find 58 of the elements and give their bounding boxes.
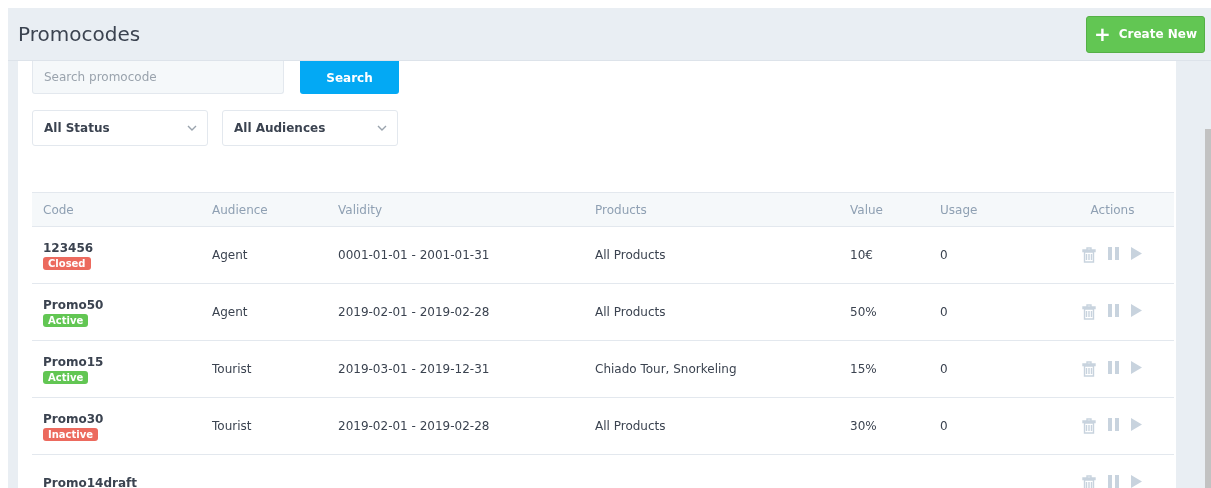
promo-code: Promo30 (43, 411, 104, 426)
table-cell-text: 2019-03-01 - 2019-12-31 (337, 362, 491, 376)
table-cell-text: 30% (849, 419, 878, 433)
promo-code: 123456 (43, 240, 94, 255)
table-cell-text: All Products (594, 248, 667, 262)
column-header: Audience (211, 202, 269, 217)
status-badge: Active (43, 313, 89, 327)
trash-icon[interactable] (1082, 247, 1096, 263)
play-icon[interactable] (1131, 304, 1142, 317)
column-header: Products (594, 202, 648, 217)
table-cell-text: 0 (939, 419, 949, 433)
pause-icon[interactable] (1108, 361, 1119, 374)
search-field[interactable]: Search promocode (32, 61, 284, 94)
column-header: Value (849, 202, 884, 217)
column-header: Actions (1089, 202, 1136, 217)
table-cell-text: 50% (849, 305, 878, 319)
table-cell-text: Tourist (211, 419, 253, 433)
table-cell-text: 0 (939, 305, 949, 319)
table-cell-text: Chiado Tour, Snorkeling (594, 362, 738, 376)
table-cell-text: All Products (594, 419, 667, 433)
chevron-down-icon (377, 125, 387, 131)
table-cell-text: Tourist (211, 362, 253, 376)
status-badge: Inactive (43, 427, 99, 441)
status-badge: Active (43, 370, 89, 384)
trash-icon[interactable] (1082, 418, 1096, 434)
pause-icon[interactable] (1108, 475, 1119, 488)
page-title: Promocodes (18, 22, 141, 46)
column-header: Code (42, 202, 75, 217)
promo-code: Promo14draft (43, 476, 137, 488)
table-cell-text: 0 (939, 248, 949, 262)
table-cell-text: 0001-01-01 - 2001-01-31 (337, 248, 491, 262)
play-icon[interactable] (1131, 418, 1142, 431)
status-badge: Closed (43, 256, 91, 270)
chevron-down-icon (187, 125, 197, 131)
trash-icon[interactable] (1082, 475, 1096, 488)
column-header: Usage (939, 202, 979, 217)
promo-code: Promo50 (43, 297, 104, 312)
trash-icon[interactable] (1082, 304, 1096, 320)
table-cell-text: 2019-02-01 - 2019-02-28 (337, 305, 491, 319)
table-cell-text: Agent (211, 248, 249, 262)
promo-code: Promo15 (43, 354, 104, 369)
play-icon[interactable] (1131, 475, 1142, 488)
filter-dropdown[interactable]: All Status (32, 110, 208, 146)
table-cell-text: All Products (594, 305, 667, 319)
table-cell-text: Agent (211, 305, 249, 319)
pause-icon[interactable] (1108, 418, 1119, 431)
table-cell-text: 15% (849, 362, 878, 376)
trash-icon[interactable] (1082, 361, 1096, 377)
filter-dropdown[interactable]: All Audiences (222, 110, 398, 146)
pause-icon[interactable] (1108, 247, 1119, 260)
table-cell-text: 2019-02-01 - 2019-02-28 (337, 419, 491, 433)
column-header: Validity (337, 202, 384, 217)
table-cell-text: 0 (939, 362, 949, 376)
pause-icon[interactable] (1108, 304, 1119, 317)
play-icon[interactable] (1131, 361, 1142, 374)
play-icon[interactable] (1131, 247, 1142, 260)
table-cell-text: 10€ (849, 248, 874, 262)
scrollbar-thumb[interactable] (1205, 129, 1211, 488)
